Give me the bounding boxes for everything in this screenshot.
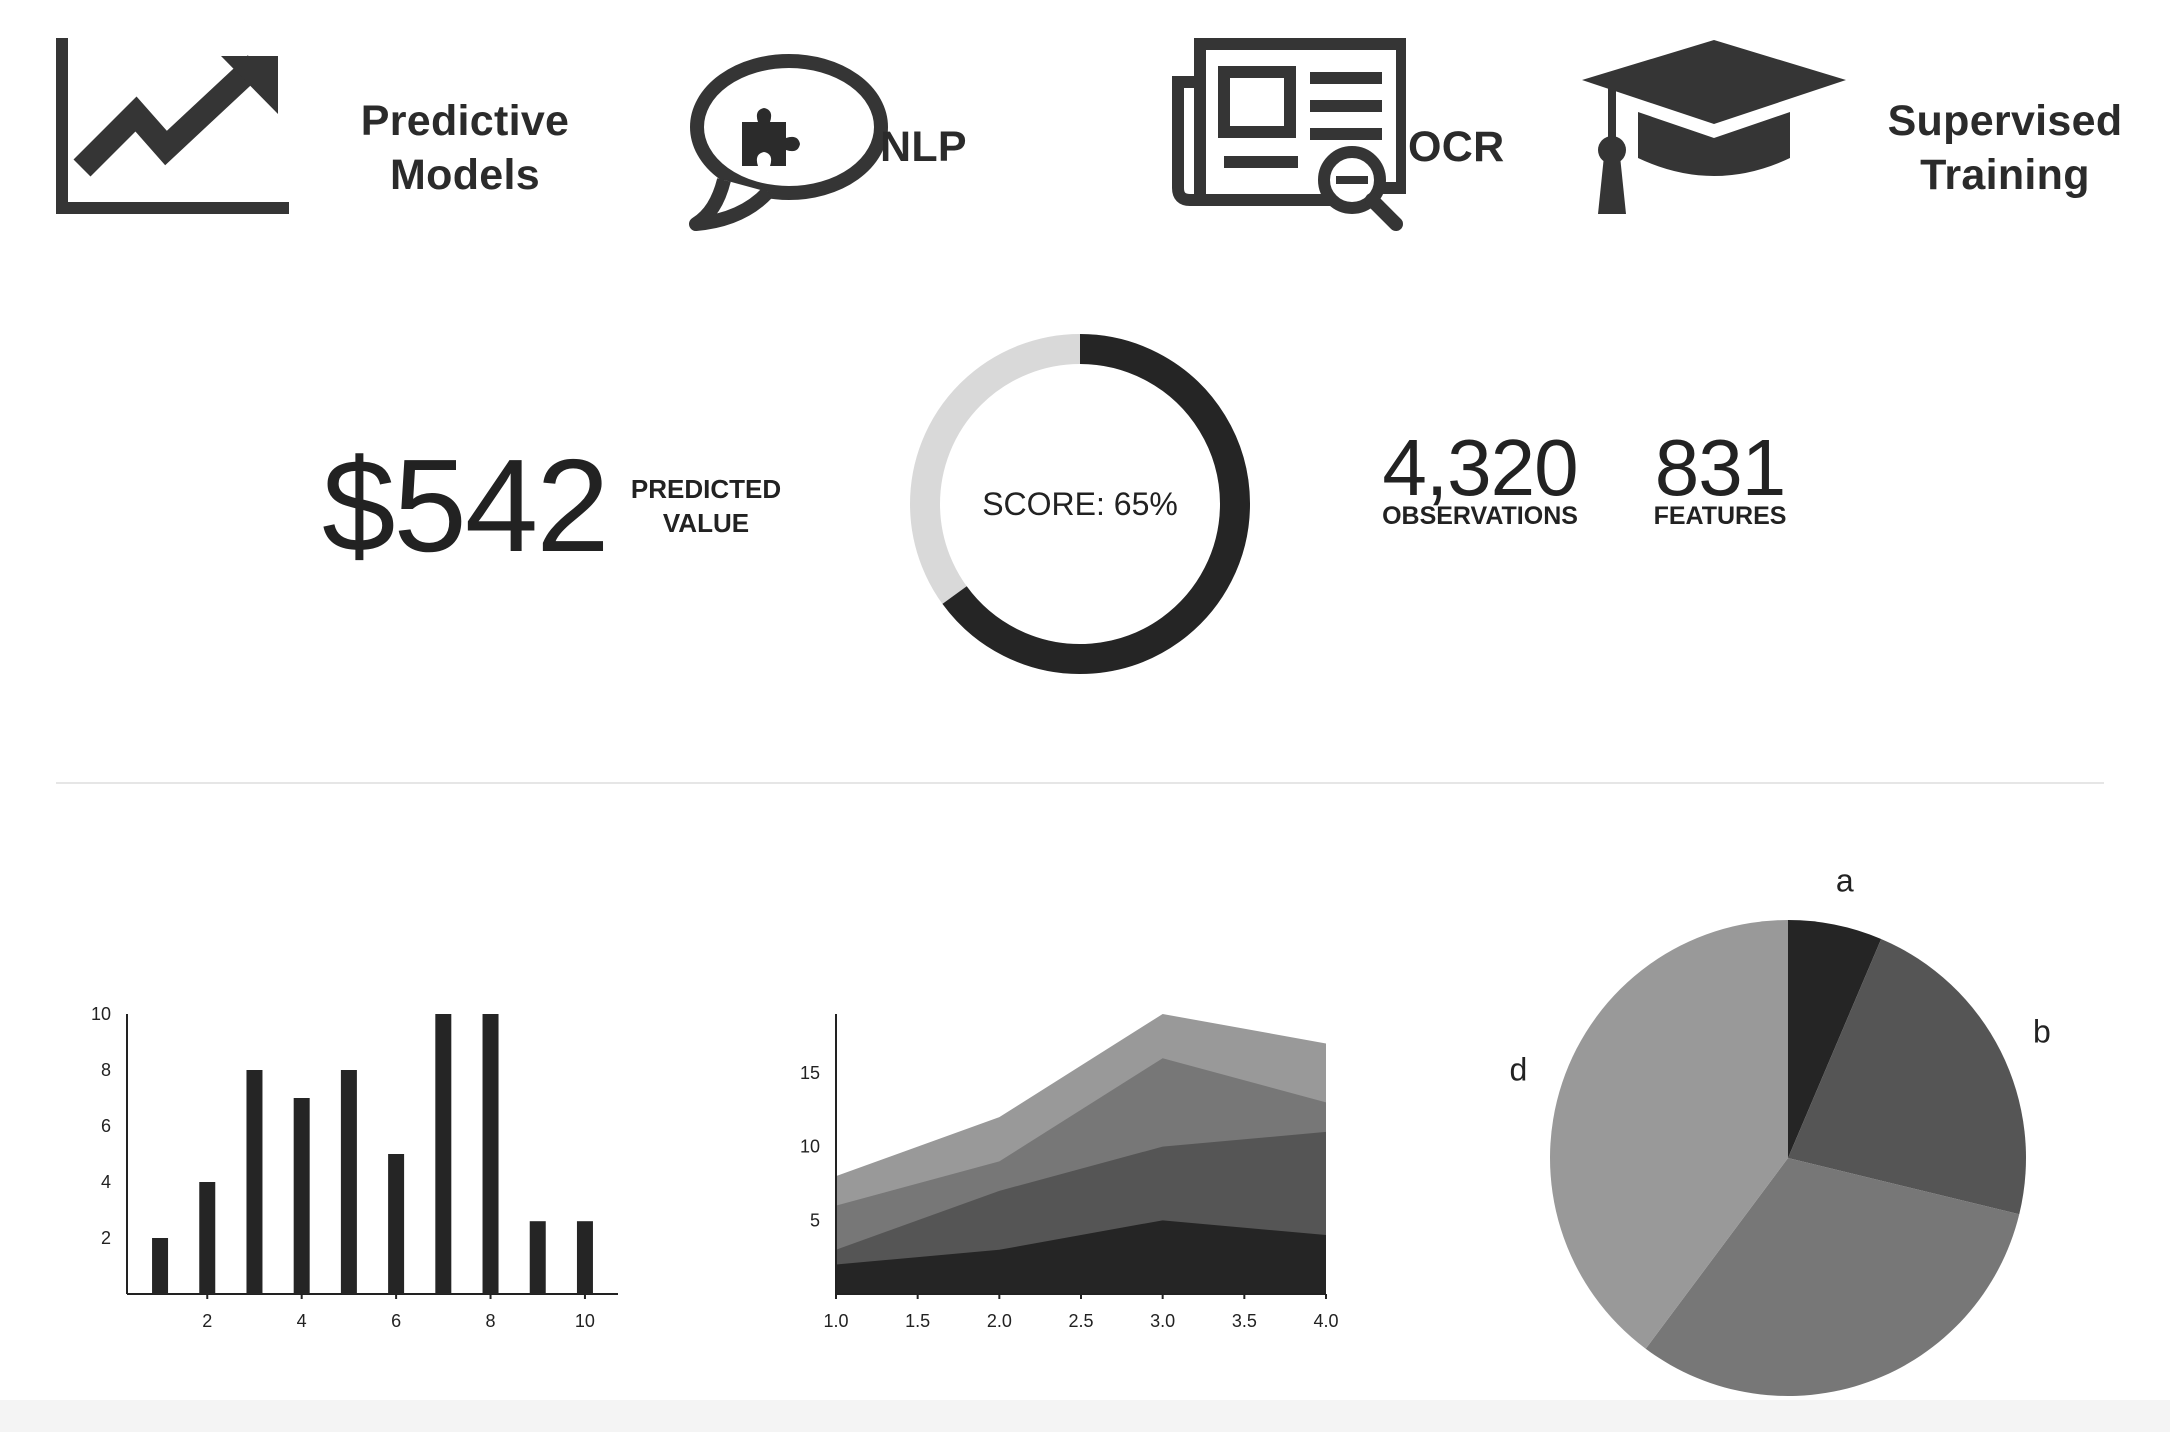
pie-chart: abcd: [1510, 863, 2051, 1432]
bottom-scroll-strip: [0, 1400, 2170, 1432]
pie-slice-label: b: [2033, 1014, 2051, 1050]
pie-slice-label: d: [1510, 1052, 1528, 1088]
pie-slice-label: a: [1836, 863, 1854, 899]
